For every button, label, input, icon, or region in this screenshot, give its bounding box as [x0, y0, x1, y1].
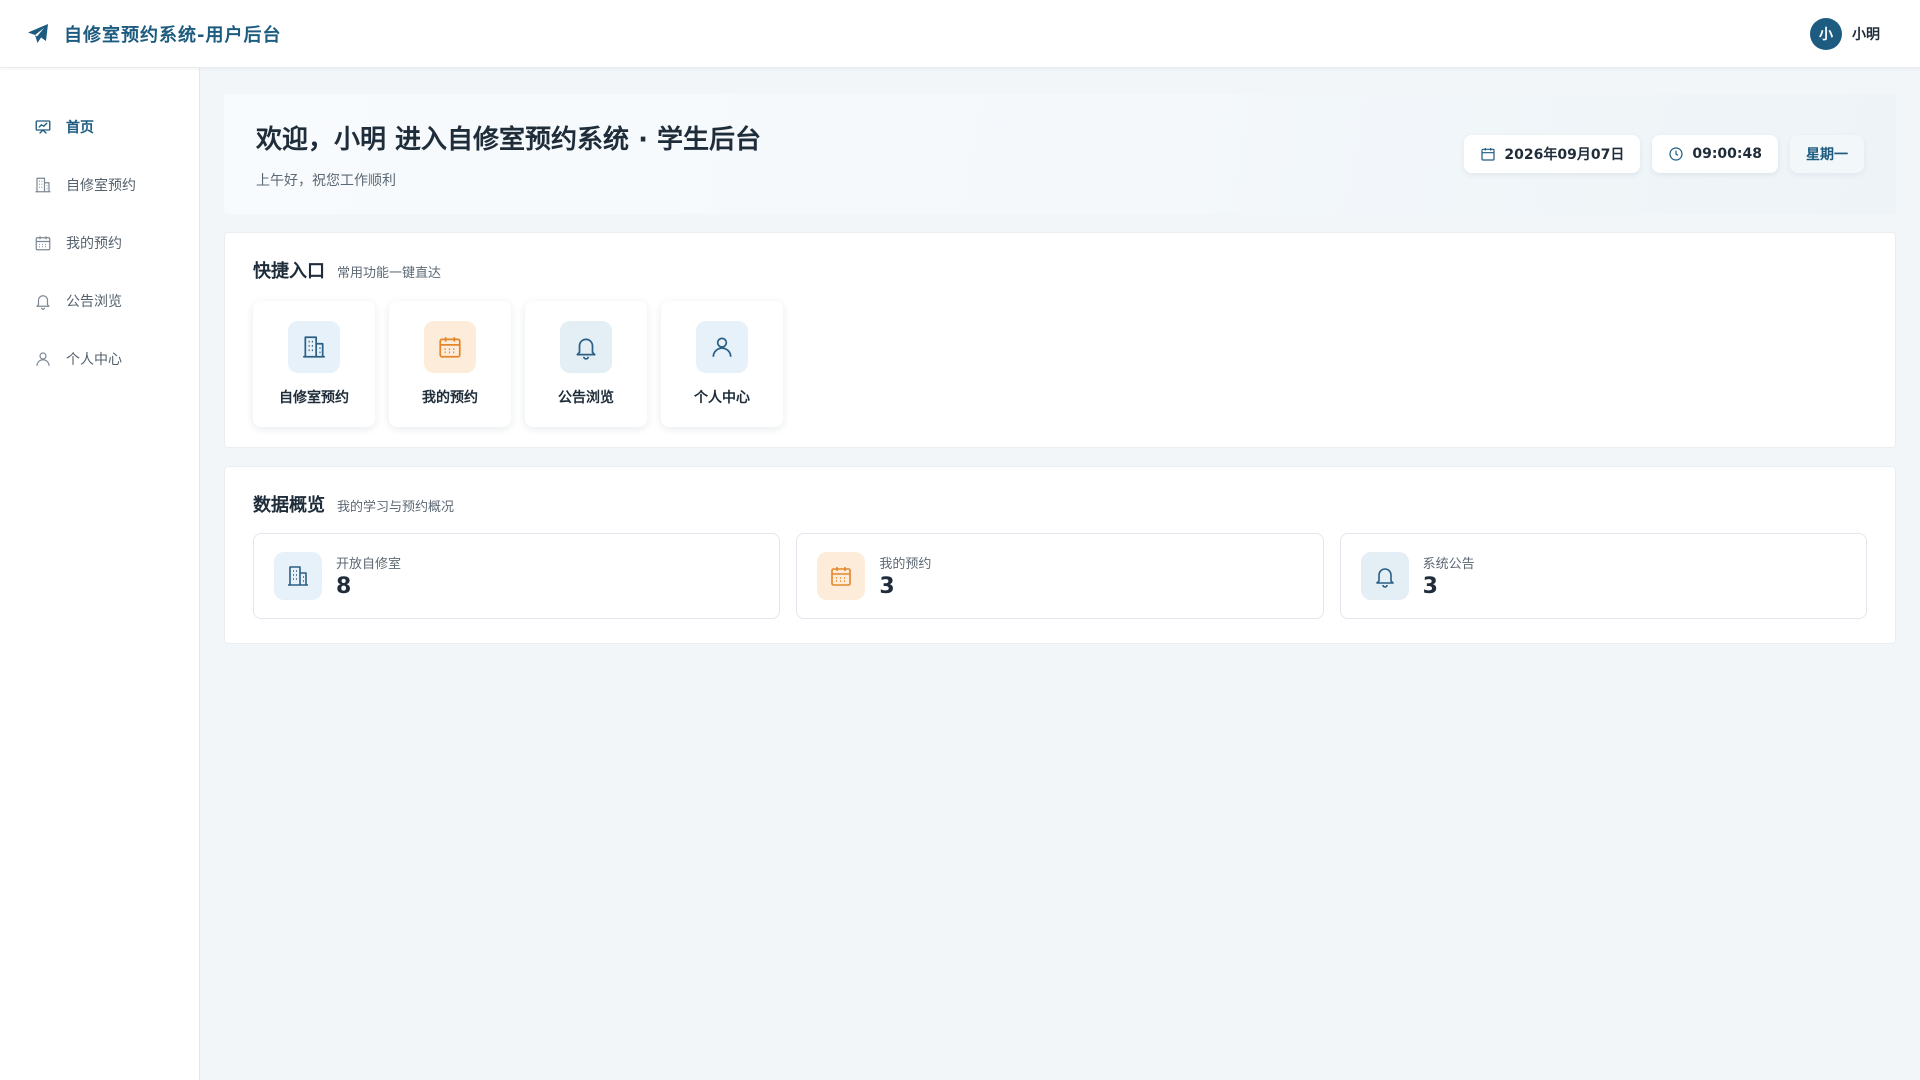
quick-access-panel: 快捷入口 常用功能一键直达 自修室预约 我的预约 公告浏览 个人中心 [224, 232, 1896, 448]
sidebar-item-label: 自修室预约 [66, 178, 136, 194]
panel-title: 数据概览 [253, 495, 325, 516]
clock-icon [1668, 146, 1684, 162]
welcome-banner: 欢迎，小明 进入自修室预约系统 · 学生后台 上午好，祝您工作顺利 2026年0… [224, 94, 1896, 214]
bell-icon [1360, 552, 1409, 600]
time-chip: 09:00:48 [1652, 135, 1778, 173]
quick-label: 自修室预约 [279, 390, 349, 406]
panel-title: 快捷入口 [253, 261, 325, 282]
main-content: 欢迎，小明 进入自修室预约系统 · 学生后台 上午好，祝您工作顺利 2026年0… [224, 94, 1896, 644]
top-header: 自修室预约系统-用户后台 小 小明 [0, 0, 1920, 68]
date-chip: 2026年09月07日 [1464, 135, 1641, 173]
sidebar-item-home[interactable]: 首页 [0, 98, 199, 156]
quick-room-booking[interactable]: 自修室预约 [253, 301, 375, 427]
panel-subtitle: 常用功能一键直达 [337, 266, 442, 281]
sidebar-item-my-bookings[interactable]: 我的预约 [0, 214, 199, 272]
calendar-icon [34, 234, 52, 252]
building-icon [34, 176, 52, 194]
stat-label: 开放自修室 [336, 557, 402, 572]
building-icon [274, 552, 322, 600]
calendar-icon [1480, 146, 1496, 162]
calendar-icon [817, 552, 866, 600]
quick-label: 公告浏览 [558, 390, 614, 406]
quick-label: 个人中心 [694, 390, 750, 406]
welcome-subtitle: 上午好，祝您工作顺利 [256, 172, 396, 189]
paper-plane-icon [26, 22, 50, 46]
avatar[interactable]: 小 [1810, 17, 1842, 50]
sidebar-item-profile[interactable]: 个人中心 [0, 330, 199, 388]
quick-announcements[interactable]: 公告浏览 [525, 301, 647, 427]
sidebar-item-label: 公告浏览 [66, 294, 122, 310]
stat-label: 系统公告 [1422, 557, 1475, 572]
sidebar-item-label: 我的预约 [66, 236, 122, 252]
building-icon [288, 321, 340, 373]
sidebar: 首页 自修室预约 我的预约 公告浏览 个人中心 [0, 68, 200, 1080]
bell-icon [34, 292, 52, 310]
stat-open-rooms: 开放自修室 8 [253, 533, 781, 619]
app-title: 自修室预约系统-用户后台 [64, 24, 282, 46]
stat-value: 3 [1422, 574, 1438, 599]
sidebar-item-label: 个人中心 [66, 352, 122, 368]
stat-my-bookings: 我的预约 3 [796, 533, 1324, 619]
panel-subtitle: 我的学习与预约概况 [337, 500, 455, 515]
user-menu[interactable]: 小 小明 [1810, 17, 1880, 50]
user-name[interactable]: 小明 [1852, 24, 1880, 44]
weekday-chip: 星期一 [1790, 135, 1864, 173]
sidebar-item-announcements[interactable]: 公告浏览 [0, 272, 199, 330]
welcome-title: 欢迎，小明 进入自修室预约系统 · 学生后台 [256, 124, 762, 155]
calendar-icon [424, 321, 476, 373]
quick-my-bookings[interactable]: 我的预约 [389, 301, 511, 427]
stat-value: 3 [879, 574, 895, 599]
stat-value: 8 [336, 574, 352, 599]
quick-label: 我的预约 [422, 390, 478, 406]
bell-icon [560, 321, 612, 373]
current-time: 09:00:48 [1692, 146, 1762, 162]
data-overview-panel: 数据概览 我的学习与预约概况 开放自修室 8 我的预约 3 系统公告 3 [224, 466, 1896, 644]
user-icon [696, 321, 748, 373]
brand[interactable]: 自修室预约系统-用户后台 [26, 21, 281, 47]
home-icon [34, 118, 52, 136]
sidebar-item-label: 首页 [66, 120, 94, 136]
quick-profile[interactable]: 个人中心 [661, 301, 783, 427]
current-date: 2026年09月07日 [1504, 147, 1625, 163]
user-icon [34, 350, 52, 368]
stat-announcements: 系统公告 3 [1339, 533, 1867, 619]
stat-label: 我的预约 [879, 557, 932, 572]
sidebar-item-room-booking[interactable]: 自修室预约 [0, 156, 199, 214]
